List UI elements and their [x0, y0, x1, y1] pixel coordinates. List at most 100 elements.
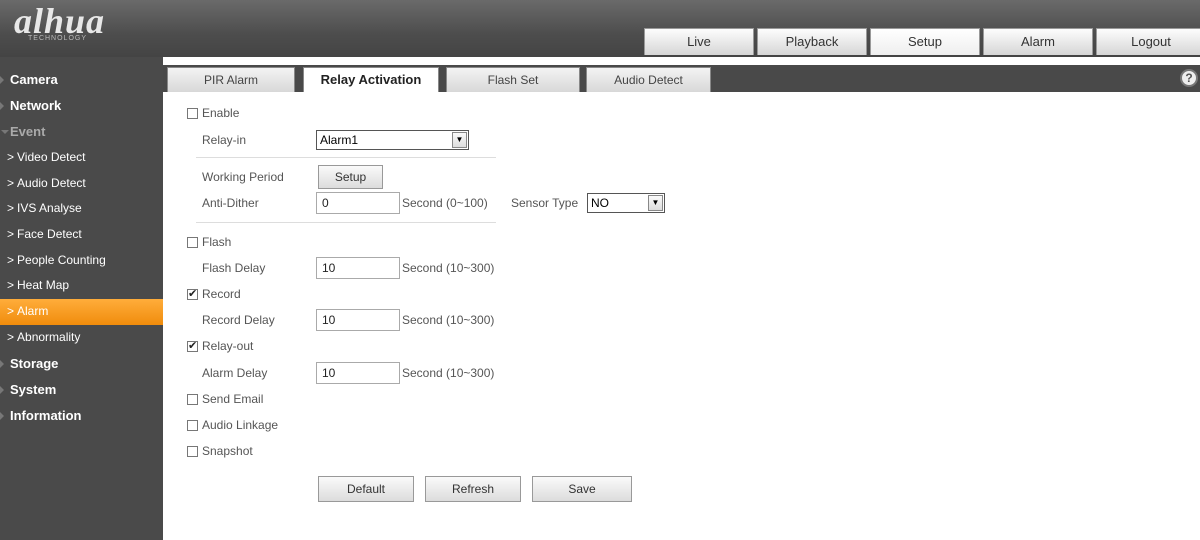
audio-linkage-checkbox[interactable] — [187, 419, 198, 431]
chevron-right-icon: > — [7, 304, 15, 319]
record-delay-unit-row: Second (10~300) — [402, 309, 494, 331]
enable-row: Enable — [187, 102, 239, 124]
record-delay-unit: Second (10~300) — [402, 313, 495, 327]
sidebar: Camera Network Event > Video Detect > Audi… — [0, 57, 163, 540]
alarm-delay-input[interactable]: 10 — [316, 362, 400, 384]
working-period-setup-button[interactable]: Setup — [318, 165, 383, 189]
snapshot-label: Snapshot — [202, 444, 253, 458]
sidebar-item-label: Audio Detect — [17, 175, 86, 190]
nav-playback-button[interactable]: Playback — [757, 28, 867, 55]
nav-setup-button[interactable]: Setup — [870, 28, 980, 55]
tab-pir-alarm[interactable]: PIR Alarm — [167, 67, 295, 92]
sidebar-item-label: People Counting — [17, 252, 106, 267]
working-period-label: Working Period — [202, 170, 284, 184]
tab-flash-set[interactable]: Flash Set — [446, 67, 580, 92]
record-label: Record — [202, 287, 241, 301]
sidebar-item-abnormality[interactable]: > Abnormality — [0, 325, 163, 351]
sidebar-item-label: Storage — [10, 355, 59, 371]
chevron-down-icon: ▼ — [452, 132, 467, 148]
enable-checkbox[interactable] — [187, 107, 198, 119]
alarm-delay-unit-row: Second (10~300) — [402, 362, 494, 384]
record-row: Record — [187, 283, 241, 305]
relay-out-checkbox[interactable] — [187, 339, 198, 352]
sidebar-item-information[interactable]: Information — [0, 403, 163, 429]
divider — [196, 157, 496, 158]
send-email-checkbox[interactable] — [187, 393, 198, 405]
relay-in-select[interactable]: Alarm1 ▼ — [316, 130, 469, 150]
sidebar-item-alarm[interactable]: > Alarm — [0, 299, 163, 325]
alarm-delay-unit: Second (10~300) — [402, 366, 495, 380]
anti-dither-row: Anti-Dither — [202, 192, 259, 214]
header-bar: alhua TECHNOLOGY Live Playback Setup Ala… — [0, 0, 1200, 57]
sidebar-item-people-counting[interactable]: > People Counting — [0, 248, 163, 274]
chevron-down-icon: ▼ — [648, 195, 663, 211]
top-navigation: Live Playback Setup Alarm Logout — [644, 28, 1200, 55]
sidebar-item-face-detect[interactable]: > Face Detect — [0, 222, 163, 248]
alarm-delay-label: Alarm Delay — [202, 366, 268, 380]
flash-delay-input[interactable]: 10 — [316, 257, 400, 279]
nav-live-button[interactable]: Live — [644, 28, 754, 55]
relay-out-row: Relay-out — [187, 335, 253, 357]
record-checkbox[interactable] — [187, 287, 198, 300]
flash-delay-row: Flash Delay — [202, 257, 265, 279]
chevron-right-icon: > — [7, 252, 15, 267]
anti-dither-unit: Second (0~100) — [402, 196, 488, 210]
chevron-right-icon: > — [7, 329, 15, 344]
sidebar-item-network[interactable]: Network — [0, 93, 163, 119]
sidebar-item-label: System — [10, 381, 57, 397]
sensor-type-row: Sensor Type — [511, 192, 578, 214]
anti-dither-unit-row: Second (0~100) — [402, 192, 488, 214]
nav-alarm-button[interactable]: Alarm — [983, 28, 1093, 55]
sidebar-item-label: Camera — [10, 72, 58, 87]
sensor-type-label: Sensor Type — [511, 196, 579, 210]
tab-audio-detect[interactable]: Audio Detect — [586, 67, 711, 92]
sidebar-item-ivs-analyse[interactable]: > IVS Analyse — [0, 196, 163, 222]
snapshot-row: Snapshot — [187, 440, 253, 462]
sensor-type-select[interactable]: NO ▼ — [587, 193, 665, 213]
snapshot-checkbox[interactable] — [187, 445, 198, 457]
tab-bar: PIR Alarm Relay Activation Flash Set Aud… — [163, 65, 1200, 92]
sidebar-item-audio-detect[interactable]: > Audio Detect — [0, 171, 163, 197]
audio-linkage-label: Audio Linkage — [202, 418, 279, 432]
default-button[interactable]: Default — [318, 476, 414, 502]
tab-relay-activation[interactable]: Relay Activation — [303, 67, 439, 92]
chevron-right-icon: > — [7, 150, 15, 164]
sidebar-item-label: Video Detect — [17, 150, 86, 164]
send-email-label: Send Email — [202, 392, 264, 406]
save-button[interactable]: Save — [532, 476, 632, 502]
sidebar-item-storage[interactable]: Storage — [0, 351, 163, 377]
sidebar-item-system[interactable]: System — [0, 377, 163, 403]
chevron-right-icon: > — [7, 175, 15, 190]
sidebar-item-video-detect[interactable]: > Video Detect — [0, 145, 163, 171]
relay-in-row: Relay-in — [202, 129, 246, 151]
flash-checkbox[interactable] — [187, 236, 198, 248]
help-icon[interactable]: ? — [1180, 69, 1198, 87]
chevron-right-icon: > — [7, 201, 15, 216]
nav-logout-button[interactable]: Logout — [1096, 28, 1200, 55]
relay-in-value: Alarm1 — [320, 133, 359, 147]
flash-delay-unit-row: Second (10~300) — [402, 257, 494, 279]
flash-row: Flash — [187, 231, 231, 253]
flash-delay-unit: Second (10~300) — [402, 261, 495, 275]
anti-dither-input[interactable]: 0 — [316, 192, 400, 214]
sidebar-item-camera[interactable]: Camera — [0, 67, 163, 93]
sidebar-item-event[interactable]: Event — [0, 119, 163, 145]
sidebar-item-label: IVS Analyse — [17, 201, 82, 216]
record-delay-label: Record Delay — [202, 313, 275, 327]
sidebar-item-label: Face Detect — [17, 227, 82, 242]
relay-out-label: Relay-out — [202, 339, 254, 353]
sensor-type-value: NO — [591, 196, 609, 210]
sidebar-item-label: Network — [10, 98, 62, 113]
enable-label: Enable — [202, 106, 240, 120]
record-delay-input[interactable]: 10 — [316, 309, 400, 331]
refresh-button[interactable]: Refresh — [425, 476, 521, 502]
relay-in-label: Relay-in — [202, 133, 247, 147]
chevron-right-icon: > — [7, 278, 15, 293]
sidebar-item-label: Information — [10, 407, 82, 423]
flash-delay-label: Flash Delay — [202, 261, 266, 275]
sidebar-item-label: Event — [10, 124, 46, 139]
chevron-right-icon: > — [7, 227, 15, 242]
brand-logo: alhua TECHNOLOGY — [14, 3, 105, 42]
sidebar-item-heat-map[interactable]: > Heat Map — [0, 273, 163, 299]
logo-name: alhua — [14, 1, 106, 41]
